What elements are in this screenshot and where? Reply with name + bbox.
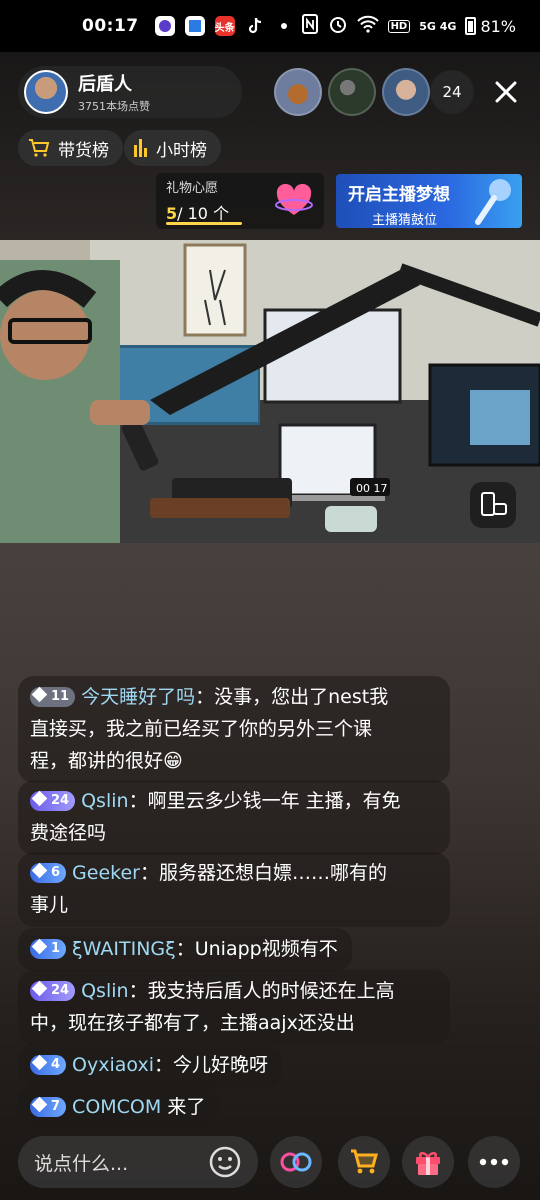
fan-level-badge: 1 [30,938,67,959]
more-button[interactable] [468,1136,520,1188]
tiktok-icon [245,16,265,36]
hd-icon: HD [387,19,411,33]
viewer-avatar[interactable] [328,68,376,116]
battery-percent: 81% [480,16,516,36]
toutiao-icon: 头条 [214,16,235,36]
chat-text: ：我支持后盾人的时候还在上高 [128,980,395,1002]
bottom-bar: 说点什么... [0,1136,540,1190]
chat-message[interactable]: 11 今天睡好了吗：没事，您出了nest我 直接买，我之前已经买了你的另外三个课 … [18,676,450,783]
shop-rank-label: 带货榜 [58,140,109,161]
battery-icon [465,17,477,35]
live-video[interactable]: 00 17 [0,240,540,543]
shop-rank-button[interactable]: 带货榜 [18,130,123,166]
wish-total: / 10 个 [177,204,230,223]
chat-text: 来了 [161,1096,206,1118]
chat-username[interactable]: ξWAITINGξ [72,938,176,960]
host-name: 后盾人 [78,74,132,95]
level-number: 24 [51,793,70,808]
emoji-icon[interactable] [208,1145,242,1179]
fan-level-badge: 11 [30,686,76,707]
screen-rotate-button[interactable] [470,482,516,528]
hour-rank-button[interactable]: 小时榜 [124,130,221,166]
more-icon [479,1158,509,1166]
link-button[interactable] [270,1136,322,1188]
desk-clock-text: 00 17 [356,482,388,495]
level-number: 7 [51,1099,61,1114]
level-number: 1 [51,941,61,956]
viewer-avatar[interactable] [382,68,430,116]
chat-text: ：Uniapp视频有不 [175,938,338,960]
fan-level-badge: 6 [30,862,67,883]
chat-text: ：服务器还想白嫖……哪有的 [139,862,387,884]
heart-icon [275,183,313,215]
chat-text: 费途径吗 [30,822,107,844]
comment-placeholder: 说点什么... [34,1152,129,1175]
fan-level-badge: 7 [30,1096,67,1117]
close-button[interactable] [488,74,524,110]
wish-progress-bar [166,222,242,225]
dot-icon [280,23,287,29]
status-bar: 00:17 头条 HD 5G 4G 81% [0,0,540,52]
chat-username[interactable]: Oyxiaoxi [72,1054,154,1076]
chat-text: 事儿 [30,894,69,916]
promo-banner[interactable]: 开启主播梦想 主播猜鼓位 [336,174,522,228]
nfc-icon [301,14,319,38]
chat-text: 直接买，我之前已经买了你的另外三个课 [30,718,373,740]
chat-message[interactable]: 7 COMCOM 来了 [18,1086,220,1129]
close-icon [495,81,517,103]
battery-indicator: 81% [465,17,516,36]
app-icon [184,16,205,36]
chat-message[interactable]: 24 Qslin：我支持后盾人的时候还在上高 中，现在孩子都有了，主播aajx还没… [18,970,450,1045]
fan-level-badge: 4 [30,1054,67,1075]
level-number: 6 [51,865,61,880]
chat-text: ：今儿好晚呀 [153,1054,268,1076]
gift-wish-card[interactable]: 礼物心愿 5/ 10 个 [156,173,324,229]
chat-username[interactable]: Qslin [81,980,128,1002]
status-time: 00:17 [82,16,139,36]
level-number: 11 [51,689,70,704]
app-icon [154,16,175,36]
chat-text: ：没事，您出了nest我 [195,686,389,708]
wifi-icon [356,15,379,37]
chat-username[interactable]: Geeker [72,862,140,884]
alarm-icon [328,14,348,38]
comment-input[interactable]: 说点什么... [18,1136,258,1188]
signal-icons: 5G 4G [419,19,457,33]
wish-current: 5 [166,204,178,223]
gift-icon [416,1152,440,1175]
gift-button[interactable] [402,1136,454,1188]
chat-text: 中，现在孩子都有了，主播aajx还没出 [30,1012,355,1034]
level-number: 4 [51,1057,61,1072]
chat-text: 程，都讲的很好😁 [30,750,183,772]
chat-text: ：啊里云多少钱一年 主播，有免 [128,790,401,812]
fan-level-badge: 24 [30,980,76,1001]
cart-icon [351,1149,378,1174]
viewer-count[interactable]: 24 [430,70,474,114]
video-frame: 00 17 [0,240,540,543]
chat-username[interactable]: 今天睡好了吗 [81,686,195,708]
fan-level-badge: 24 [30,790,76,811]
link-icon [280,1152,312,1172]
bar-rank-icon [134,139,147,157]
viewer-avatar[interactable] [274,68,322,116]
chat-message[interactable]: 4 Oyxiaoxi：今儿好晚呀 [18,1044,282,1087]
chat-message[interactable]: 6 Geeker：服务器还想白嫖……哪有的 事儿 [18,852,450,927]
chat-username[interactable]: COMCOM [72,1096,161,1118]
level-number: 24 [51,983,70,998]
cart-icon [29,139,50,157]
chat-username[interactable]: Qslin [81,790,128,812]
shop-cart-button[interactable] [338,1136,390,1188]
host-likes: 3751本场点赞 [78,100,150,113]
hour-rank-label: 小时榜 [156,140,207,161]
chat-message[interactable]: 24 Qslin：啊里云多少钱一年 主播，有免 费途径吗 [18,780,450,855]
host-avatar[interactable] [24,70,68,114]
notification-icons: 头条 [154,16,287,36]
microphone-icon [475,179,511,225]
host-card[interactable]: 后盾人 3751本场点赞 [18,66,242,118]
top-viewers [274,68,430,116]
rotate-screen-icon [481,492,507,516]
chat-message[interactable]: 1 ξWAITINGξ：Uniapp视频有不 [18,928,352,971]
